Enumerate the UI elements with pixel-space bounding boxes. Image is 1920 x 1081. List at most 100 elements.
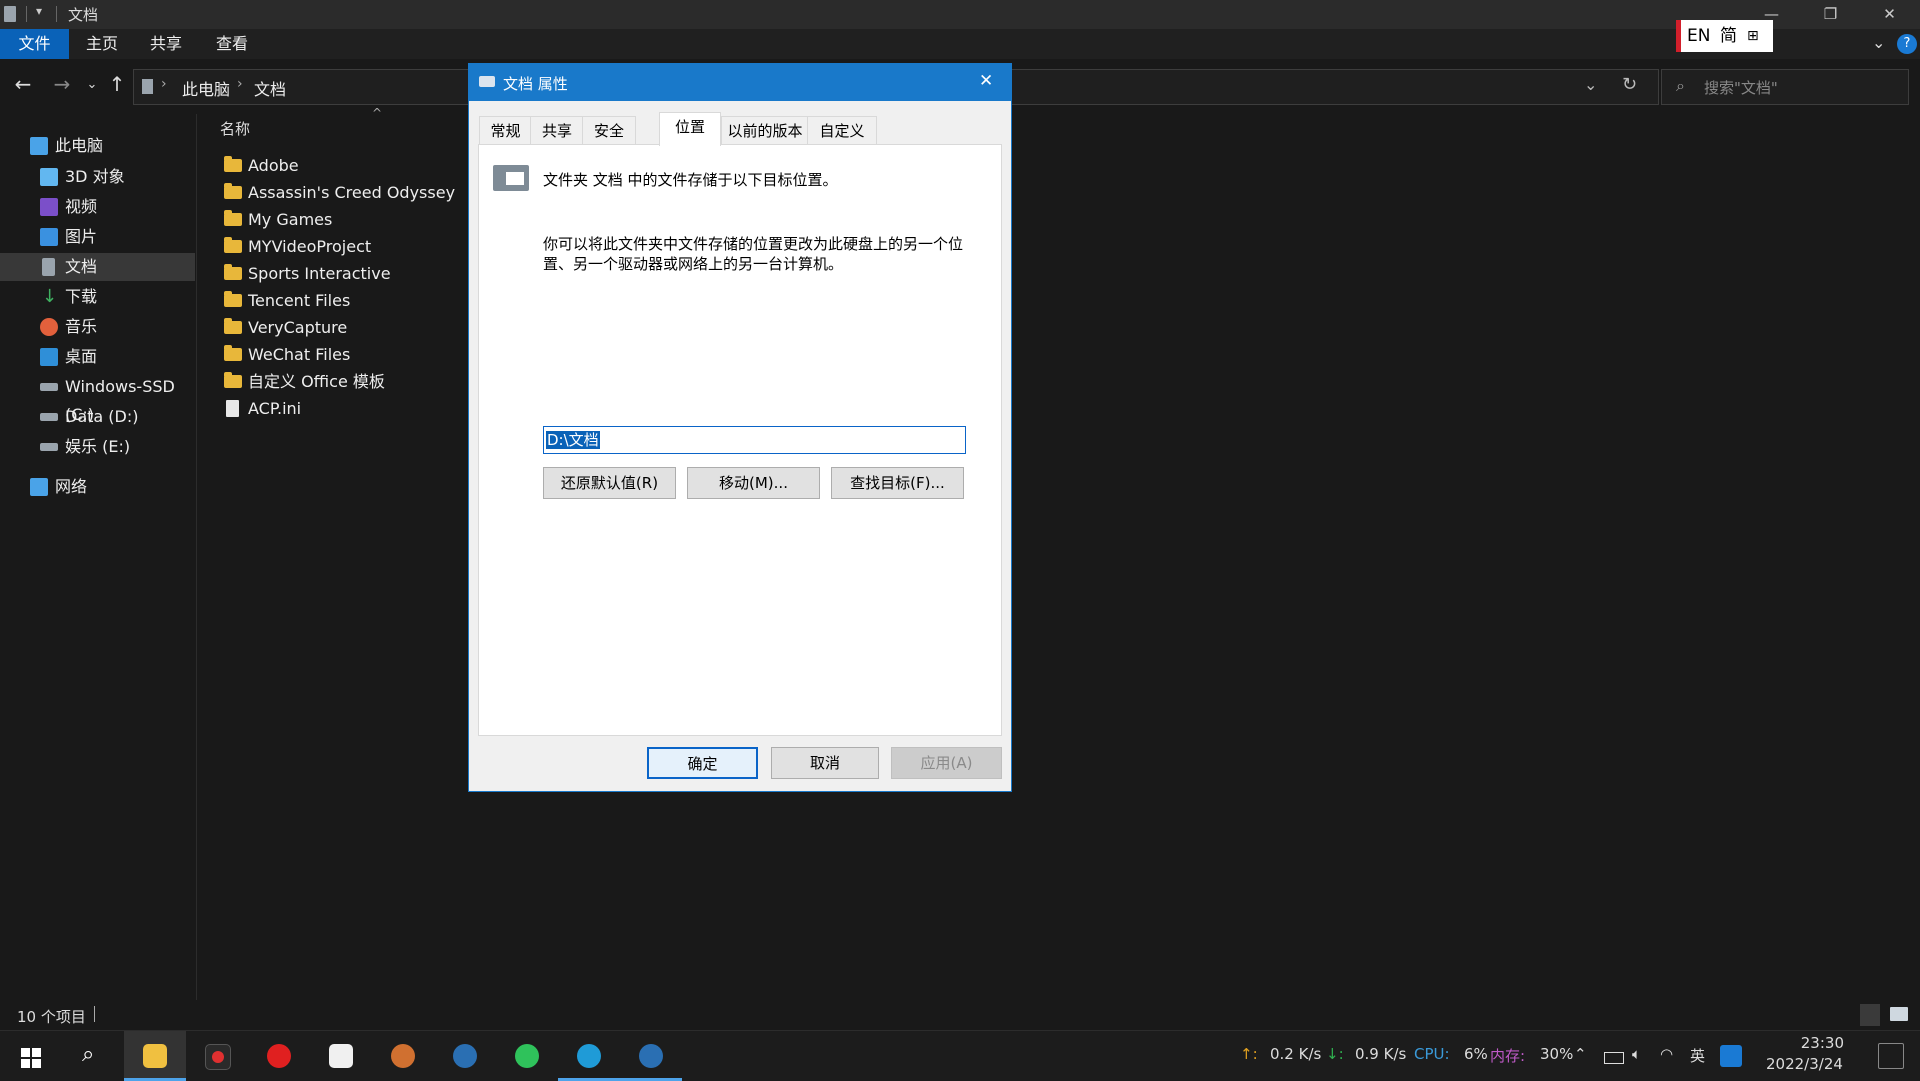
location-path-input[interactable]: D:\文档 xyxy=(543,426,966,454)
volume-icon[interactable]: 🔈︎ xyxy=(1632,1045,1641,1063)
title-bar: ▾ 文档 — ❐ ✕ xyxy=(0,0,1920,29)
back-arrow-icon[interactable]: ← xyxy=(9,72,37,96)
help-icon[interactable]: ? xyxy=(1897,34,1917,54)
sidebar-item-3d-objects[interactable]: 3D 对象 xyxy=(0,163,195,191)
file-name: 自定义 Office 模板 xyxy=(248,372,385,391)
dialog-title-bar[interactable]: 文档 属性 ✕ xyxy=(469,64,1011,101)
taskbar-steam[interactable] xyxy=(434,1031,496,1081)
separator xyxy=(26,6,27,22)
download-icon: ↓ xyxy=(42,286,58,307)
media-player-icon xyxy=(391,1044,415,1068)
taskbar-netease-music[interactable] xyxy=(248,1031,310,1081)
ribbon: 文件 主页 共享 查看 ⌄ ? xyxy=(0,29,1920,59)
sidebar-item-videos[interactable]: 视频 xyxy=(0,193,195,221)
drive-icon xyxy=(479,76,495,87)
notification-center-icon[interactable] xyxy=(1878,1043,1904,1069)
chevron-right-icon: › xyxy=(237,76,243,92)
move-button[interactable]: 移动(M)... xyxy=(687,467,820,499)
dialog-close-icon[interactable]: ✕ xyxy=(979,71,993,91)
steam-icon xyxy=(639,1044,663,1068)
tab-general[interactable]: 常规 xyxy=(479,116,532,145)
sidebar-item-music[interactable]: 音乐 xyxy=(0,313,195,341)
file-name: ACP.ini xyxy=(248,399,302,418)
sidebar-item-drive-c[interactable]: Windows-SSD (C:) xyxy=(0,373,195,424)
close-window-button[interactable]: ✕ xyxy=(1860,0,1919,29)
restore-default-button[interactable]: 还原默认值(R) xyxy=(543,467,676,499)
sidebar-item-label: 此电脑 xyxy=(55,136,104,155)
sidebar-item-drive-d[interactable]: Data (D:) xyxy=(0,403,195,431)
tab-previous-versions[interactable]: 以前的版本 xyxy=(721,116,809,145)
clock-date[interactable]: 2022/3/24 xyxy=(1766,1055,1843,1073)
taskbar-search-button[interactable]: ⌕ xyxy=(62,1031,124,1081)
taskbar-steam-2[interactable] xyxy=(620,1031,682,1081)
taskbar-recorder[interactable] xyxy=(186,1031,248,1081)
taskbar-media-player[interactable] xyxy=(372,1031,434,1081)
breadcrumb-this-pc[interactable]: 此电脑 xyxy=(182,76,230,100)
location-heading: 文件夹 文档 中的文件存储于以下目标位置。 xyxy=(543,171,838,189)
sidebar-item-label: 网络 xyxy=(55,477,88,496)
windows-logo-icon xyxy=(21,1048,41,1068)
cancel-button[interactable]: 取消 xyxy=(771,747,879,779)
breadcrumb-documents[interactable]: 文档 xyxy=(254,76,286,100)
search-placeholder: 搜索"文档" xyxy=(1704,79,1778,97)
file-name: Tencent Files xyxy=(248,291,351,310)
recent-locations-chevron-icon[interactable]: ⌄ xyxy=(78,77,106,92)
ribbon-tab-share[interactable]: 共享 xyxy=(140,29,192,59)
taskbar-edge[interactable] xyxy=(558,1031,620,1081)
sidebar-item-label: 图片 xyxy=(65,227,98,246)
battery-icon[interactable] xyxy=(1604,1052,1624,1064)
sidebar-item-downloads[interactable]: ↓ 下载 xyxy=(0,283,195,311)
sidebar-item-drive-e[interactable]: 娱乐 (E:) xyxy=(0,433,195,461)
tab-sharing[interactable]: 共享 xyxy=(530,116,584,145)
folder-icon xyxy=(224,291,242,307)
tab-security[interactable]: 安全 xyxy=(582,116,636,145)
ime-indicator[interactable]: EN 简 ⊞ xyxy=(1676,20,1773,52)
pane-divider[interactable] xyxy=(196,114,197,1000)
ime-language-indicator[interactable]: 英 xyxy=(1690,1045,1705,1066)
sidebar-item-network[interactable]: 网络 xyxy=(0,473,195,501)
quick-access-chevron-icon[interactable]: ▾ xyxy=(36,4,42,18)
ok-button[interactable]: 确定 xyxy=(647,747,758,779)
sidebar-item-this-pc[interactable]: 此电脑 xyxy=(0,132,195,160)
find-target-button[interactable]: 查找目标(F)... xyxy=(831,467,964,499)
drive-icon xyxy=(40,413,58,421)
file-name: MYVideoProject xyxy=(248,237,372,256)
clock-time[interactable]: 23:30 xyxy=(1770,1034,1844,1052)
baidu-input-icon[interactable] xyxy=(1720,1045,1742,1067)
sidebar-item-label: 文档 xyxy=(65,257,98,276)
column-header-name[interactable]: 名称 xyxy=(220,118,250,139)
address-dropdown-chevron-icon[interactable]: ⌄ xyxy=(1584,75,1597,94)
restore-button[interactable]: ❐ xyxy=(1801,0,1860,29)
forward-arrow-icon[interactable]: → xyxy=(48,72,76,96)
ribbon-tab-view[interactable]: 查看 xyxy=(206,29,258,59)
window-title: 文档 xyxy=(68,6,99,24)
taskbar-store[interactable] xyxy=(310,1031,372,1081)
ime-mode: 简 xyxy=(1720,26,1737,46)
ribbon-tab-file[interactable]: 文件 xyxy=(0,29,69,59)
up-arrow-icon[interactable]: ↑ xyxy=(103,72,131,96)
ribbon-expand-icon[interactable]: ⌄ xyxy=(1872,33,1885,52)
search-box[interactable]: ⌕ 搜索"文档" xyxy=(1661,69,1909,105)
sidebar-item-pictures[interactable]: 图片 xyxy=(0,223,195,251)
sidebar-item-label: 娱乐 (E:) xyxy=(65,437,131,456)
separator xyxy=(56,6,57,22)
folder-icon xyxy=(224,210,242,226)
taskbar-wechat[interactable] xyxy=(496,1031,558,1081)
mem-label: 内存: xyxy=(1490,1047,1526,1065)
video-icon xyxy=(40,198,58,216)
start-button[interactable] xyxy=(0,1031,62,1081)
taskbar-file-explorer[interactable] xyxy=(124,1031,186,1081)
tab-location[interactable]: 位置 xyxy=(659,112,721,146)
large-icons-view-icon[interactable] xyxy=(1890,1007,1908,1021)
show-hidden-icons-chevron-icon[interactable]: ⌃ xyxy=(1574,1045,1587,1063)
sidebar-item-documents[interactable]: 文档 xyxy=(0,253,195,281)
tab-customize[interactable]: 自定义 xyxy=(807,116,877,145)
sort-ascending-icon: ^ xyxy=(372,106,383,120)
sidebar-item-desktop[interactable]: 桌面 xyxy=(0,343,195,371)
ribbon-tab-home[interactable]: 主页 xyxy=(76,29,128,59)
folder-icon xyxy=(224,237,242,253)
taskbar: ⌕ ↑: 0.2 K/s ↓: 0.9 K/s CPU: 6% 内存: 30% … xyxy=(0,1030,1920,1081)
details-view-icon[interactable] xyxy=(1860,1004,1880,1026)
refresh-icon[interactable]: ↻ xyxy=(1622,74,1637,95)
wifi-icon[interactable]: ◠ xyxy=(1660,1045,1673,1063)
